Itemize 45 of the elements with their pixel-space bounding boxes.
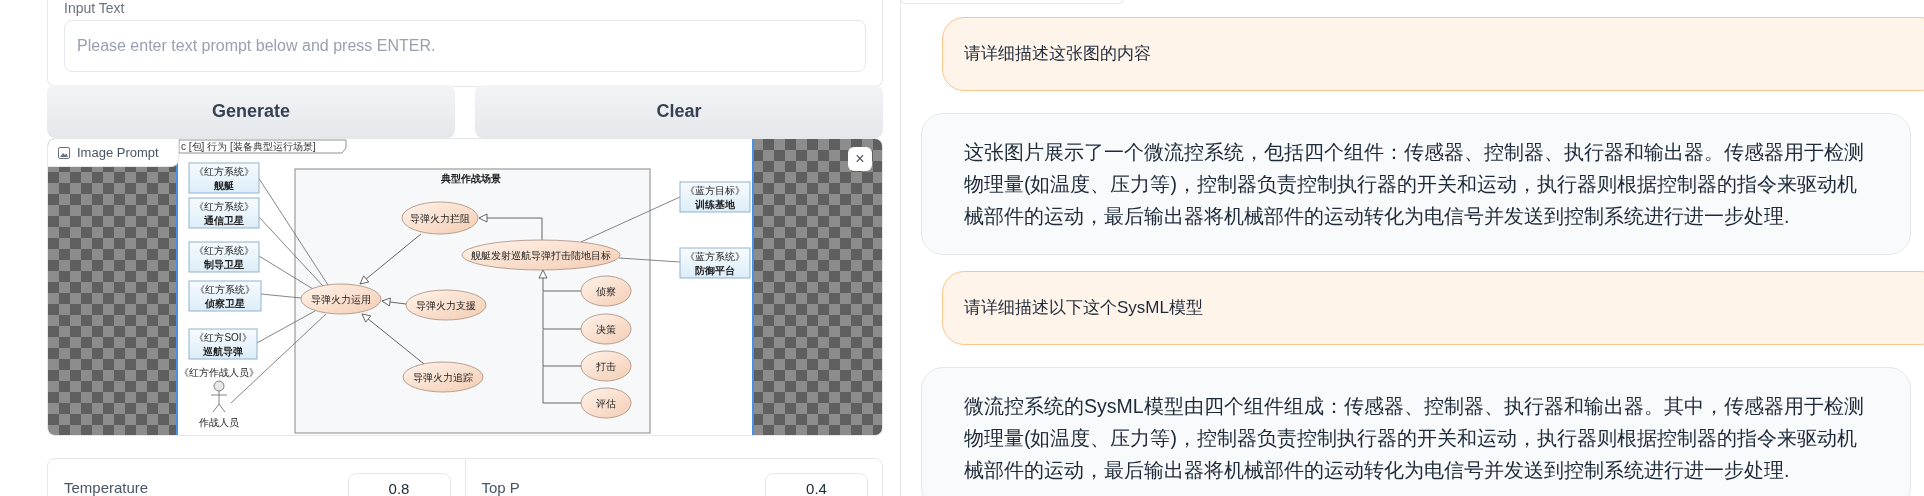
- parameter-label: Top P: [481, 478, 520, 496]
- use-case-ellipse: 打击: [580, 350, 632, 382]
- use-case-ellipse: 导弹火力追踪: [402, 361, 484, 393]
- action-button[interactable]: Clear: [475, 85, 883, 138]
- system-block: 《红方SOI》 巡航导弹: [188, 328, 258, 360]
- system-block: 《红方系统》 制导卫星: [188, 241, 260, 273]
- action-button[interactable]: Generate: [47, 85, 455, 138]
- parameter-value-field[interactable]: 0.4: [765, 473, 868, 496]
- generalization-line: [542, 366, 582, 404]
- generalization-arrow: [359, 233, 422, 285]
- actor-name: 作战人员: [199, 417, 239, 428]
- assistant-message: 这张图片展示了一个微流控系统，包括四个组件：传感器、控制器、执行器和输出器。传感器用于检测物理量(如温度、压力等)，控制器负责控制执行器的开关和运动，执行器则根据控制器的指令来驱动机械部件的运动，最后输出器将机械部件的运动转化为电信号并发送到控制系统进行进一步处理.: [921, 113, 1911, 255]
- user-message: 请详细描述这张图的内容: [942, 17, 1924, 91]
- image-icon: [58, 146, 70, 159]
- generalization-arrow: [381, 297, 407, 307]
- assistant-message: 微流控系统的SysML模型由四个组件组成：传感器、控制器、执行器和输出器。其中，传感器用于检测物理量(如温度、压力等)，控制器负责控制执行器的开关和运动，执行器则根据控制器的指令来驱动机械部件的运动，最后输出器将机械部件的运动转化为电信号并发送到控制系统进行进一步处理.: [921, 367, 1911, 496]
- generalization-arrow: [538, 269, 582, 292]
- use-case-ellipse: 导弹火力拦阻: [401, 201, 479, 235]
- close-button[interactable]: ×: [848, 147, 872, 171]
- actor-stereotype: 《红方作战人员》: [179, 367, 259, 378]
- system-block: 《蓝方目标》 训练基地: [679, 181, 751, 213]
- frame-label: c [包] 行为 [装备典型运行场景]: [178, 139, 347, 154]
- system-block: 《红方系统》 舰艇: [188, 162, 260, 194]
- generalization-line: [542, 329, 582, 367]
- parameter-value-field[interactable]: 0.8: [347, 473, 451, 496]
- panel-label: Image Prompt: [77, 143, 159, 162]
- parameter-label: Temperature: [64, 478, 149, 496]
- association-line: [618, 257, 681, 263]
- use-case-ellipse: 决策: [580, 313, 632, 345]
- use-case-ellipse: 导弹火力支援: [405, 289, 487, 321]
- generalization-arrow: [478, 213, 543, 241]
- use-case-ellipse: 导弹火力运用: [300, 283, 382, 315]
- use-case-ellipse: 侦察: [580, 275, 632, 307]
- use-case-ellipse: 舰艇发射巡航导弹打击陆地目标: [461, 239, 621, 271]
- user-message: 请详细描述以下这个SysML模型: [942, 271, 1924, 345]
- association-line: [260, 293, 302, 299]
- generalization-line: [542, 291, 582, 330]
- text-prompt-field[interactable]: Please enter text prompt below and press ENTER.: [64, 20, 866, 72]
- system-block: 《蓝方系统》 防御平台: [679, 247, 751, 279]
- system-block: 《红方系统》 侦察卫星: [188, 280, 262, 312]
- field-label: Input Text: [64, 0, 125, 16]
- actor-figure-drawing: [210, 380, 228, 413]
- generalization-arrow: [361, 313, 425, 365]
- system-block: 《红方系统》 通信卫星: [188, 197, 260, 229]
- use-case-ellipse: 评估: [580, 387, 632, 419]
